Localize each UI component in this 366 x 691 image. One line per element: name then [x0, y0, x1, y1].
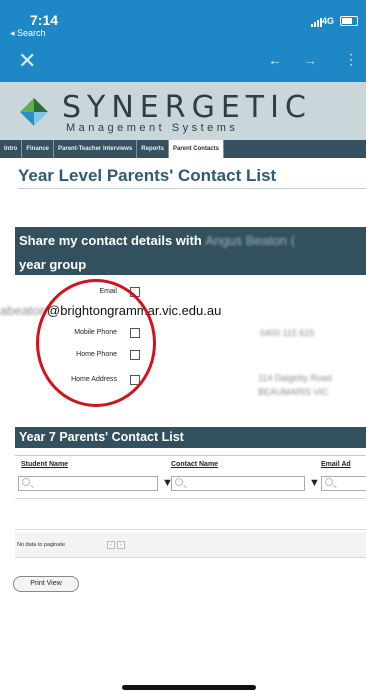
- column-contact-name[interactable]: Contact Name: [171, 461, 218, 468]
- filter-icon[interactable]: ▼: [309, 477, 320, 489]
- share-heading-redacted-name: Angus Beaton (: [205, 233, 296, 248]
- forward-arrow-icon[interactable]: →: [303, 52, 317, 68]
- status-time: 7:14: [30, 12, 59, 28]
- tab-intro[interactable]: Intro: [0, 140, 23, 158]
- more-options-icon[interactable]: ⋮: [344, 51, 358, 68]
- brand-title: SYNERGETIC: [62, 90, 312, 125]
- student-name-filter-input[interactable]: [18, 476, 158, 491]
- title-divider: [18, 188, 366, 189]
- close-icon[interactable]: ✕: [18, 48, 36, 74]
- battery-icon: [340, 16, 358, 26]
- home-address-line1: 114 Dalgetty Road: [258, 373, 332, 383]
- email-value-redacted: abeaton: [0, 303, 47, 318]
- share-heading: Share my contact details with Angus Beat…: [19, 233, 295, 248]
- share-section-header: Share my contact details with Angus Beat…: [15, 227, 366, 275]
- page-title: Year Level Parents' Contact List: [18, 166, 277, 185]
- previous-page-icon[interactable]: ‹: [107, 541, 115, 549]
- tab-bar: Intro Finance Parent-Teacher Interviews …: [0, 140, 366, 158]
- contact-table: Student Name Contact Name Email Ad ▼ ▼: [15, 455, 366, 491]
- table-pager: No data to paginate ‹ ›: [15, 532, 366, 558]
- share-heading-text: Share my contact details with: [19, 233, 202, 248]
- tab-finance[interactable]: Finance: [22, 140, 55, 158]
- contact-list-header: Year 7 Parents' Contact List: [15, 427, 366, 448]
- tab-parent-contacts[interactable]: Parent Contacts: [168, 140, 224, 158]
- search-icon: [325, 478, 333, 486]
- back-arrow-icon[interactable]: ←: [268, 52, 282, 68]
- column-email-address[interactable]: Email Ad: [321, 461, 351, 468]
- tab-parent-teacher-interviews[interactable]: Parent-Teacher Interviews: [54, 140, 138, 158]
- brand-subtitle: Management Systems: [66, 122, 239, 134]
- browser-top-bar: 7:14 ◂ Search 4G ✕ ← → ⋮: [0, 0, 366, 82]
- search-icon: [22, 478, 30, 486]
- mobile-phone-value: 0400 115 615: [260, 328, 315, 338]
- print-view-button[interactable]: Print View: [13, 576, 79, 592]
- search-icon: [175, 478, 183, 486]
- pager-status: No data to paginate: [17, 542, 66, 548]
- home-indicator: [122, 685, 256, 690]
- synergetic-header: SYNERGETIC Management Systems: [0, 82, 366, 140]
- email-filter-input[interactable]: [321, 476, 366, 491]
- highlight-circle: [36, 279, 156, 407]
- synergetic-logo-icon: [20, 98, 48, 126]
- contact-name-filter-input[interactable]: [171, 476, 305, 491]
- table-empty-row: [15, 498, 366, 530]
- network-label: 4G: [322, 16, 335, 26]
- home-address-line2: BEAUMARIS VIC: [258, 387, 329, 397]
- tab-reports[interactable]: Reports: [137, 140, 169, 158]
- share-heading-year-group: year group: [19, 257, 87, 272]
- back-to-search-link[interactable]: ◂ Search: [10, 28, 46, 39]
- column-student-name[interactable]: Student Name: [21, 461, 68, 468]
- next-page-icon[interactable]: ›: [117, 541, 125, 549]
